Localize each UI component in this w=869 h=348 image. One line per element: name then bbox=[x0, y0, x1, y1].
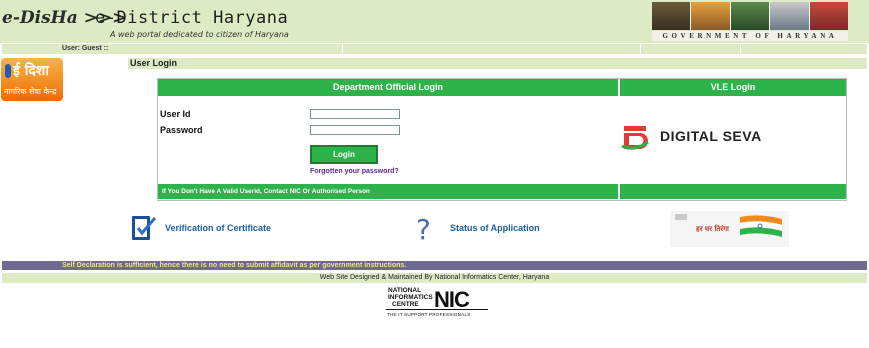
declaration-text: Self Declaration is sufficient, hence th… bbox=[62, 262, 407, 269]
nic-tagline: THE IT SUPPORT PROFESSIONALS bbox=[387, 312, 470, 317]
userid-label: User Id bbox=[160, 109, 191, 119]
nav-row: User: Guest :: bbox=[2, 44, 867, 54]
vle-login-heading: VLE Login bbox=[620, 79, 846, 96]
login-panel: Department Official Login VLE Login User… bbox=[157, 78, 847, 201]
banner-photo-1 bbox=[652, 2, 692, 30]
nic-mark: NIC bbox=[434, 287, 470, 312]
tiranga-banner-text: हर घर तिरंगा bbox=[696, 225, 729, 233]
user-login-band bbox=[128, 58, 867, 69]
page-title: User Login bbox=[130, 58, 178, 68]
verification-certificate-link[interactable]: Verification of Certificate bbox=[165, 223, 271, 233]
badge-subtitle: नागरिक सेवा केन्द्र bbox=[4, 87, 57, 96]
nic-logo[interactable]: NATIONAL INFORMATICS CENTRE NIC THE IT S… bbox=[386, 285, 488, 319]
nav-segment bbox=[342, 44, 641, 54]
banner-photo-2 bbox=[691, 2, 731, 30]
digital-seva-brand[interactable]: DIGITAL SEVA bbox=[660, 128, 762, 144]
certificate-verify-icon[interactable] bbox=[130, 213, 158, 243]
site-tagline: A web portal dedicated to citizen of Har… bbox=[110, 30, 289, 39]
nav-segment bbox=[740, 44, 841, 54]
question-mark-icon[interactable]: ? bbox=[416, 215, 431, 245]
nic-line1: NATIONAL bbox=[388, 287, 421, 294]
password-input[interactable] bbox=[310, 125, 400, 135]
banner-photo-3 bbox=[730, 2, 771, 30]
banner-photo-4 bbox=[770, 2, 810, 30]
government-photo-banner bbox=[652, 2, 849, 30]
dept-login-heading: Department Official Login bbox=[158, 79, 618, 96]
edisha-badge-logo: ई दिशा नागरिक सेवा केन्द्र bbox=[1, 58, 63, 101]
tiranga-flag-icon bbox=[675, 214, 783, 237]
nic-line2: INFORMATICS bbox=[388, 294, 433, 301]
userid-input[interactable] bbox=[310, 109, 400, 119]
person-icon bbox=[5, 64, 11, 78]
badge-title: ई दिशा bbox=[13, 63, 49, 79]
forgot-password-link[interactable]: Forgotten your password? bbox=[310, 168, 399, 175]
nic-line3: CENTRE bbox=[392, 301, 419, 308]
user-status: User: Guest :: bbox=[62, 45, 109, 52]
har-ghar-tiranga-banner[interactable]: हर घर तिरंगा bbox=[670, 211, 789, 247]
vle-login-footer bbox=[620, 184, 846, 199]
password-label: Password bbox=[160, 125, 203, 135]
self-declaration-notice: Self Declaration is sufficient, hence th… bbox=[2, 261, 867, 270]
digital-seva-logo-icon[interactable] bbox=[620, 124, 654, 150]
site-title: e-District Haryana bbox=[95, 8, 289, 28]
site-credit: Web Site Designed & Maintained By Nation… bbox=[2, 273, 867, 283]
government-caption: GOVERNMENT OF HARYANA bbox=[652, 31, 848, 41]
banner-photo-5 bbox=[809, 2, 849, 30]
login-button[interactable]: Login bbox=[310, 145, 378, 164]
status-application-link[interactable]: Status of Application bbox=[450, 223, 540, 233]
nav-segment bbox=[640, 44, 741, 54]
dept-login-footer-note: If You Don't Have A Valid Userid, Contac… bbox=[158, 184, 618, 199]
